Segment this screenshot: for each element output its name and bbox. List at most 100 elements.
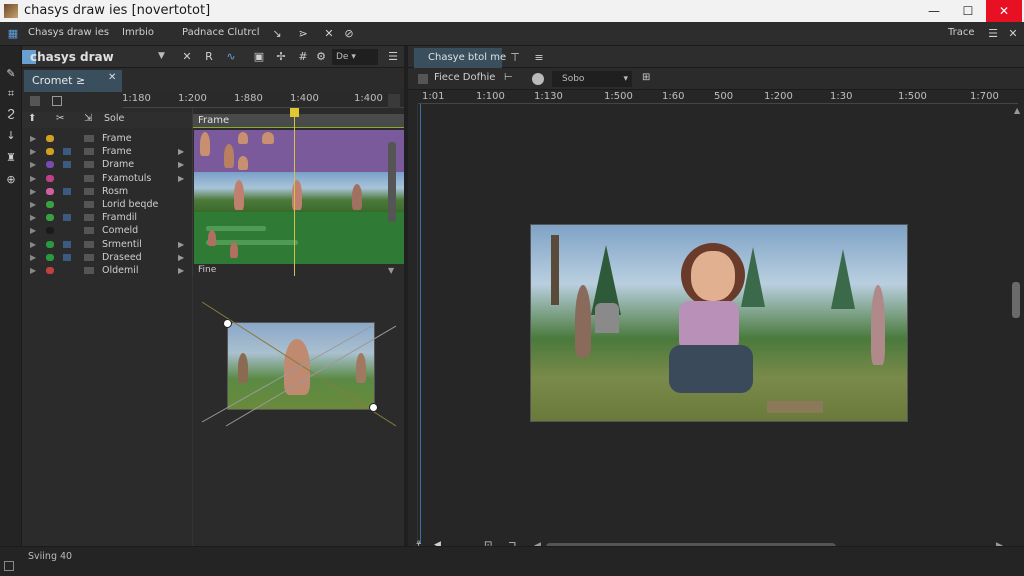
expand-icon[interactable]: ▶ bbox=[178, 264, 184, 277]
mode-select[interactable]: De ▾ bbox=[332, 49, 378, 65]
menu-item-app[interactable]: Chasys draw ies bbox=[28, 27, 109, 38]
chevron-down-icon[interactable]: ▼ bbox=[158, 51, 165, 61]
hash-icon[interactable]: # bbox=[294, 48, 312, 66]
link-icon[interactable]: ⇲ bbox=[84, 113, 92, 124]
copy-icon[interactable] bbox=[52, 96, 62, 106]
wave-icon[interactable]: ∿ bbox=[222, 48, 240, 66]
expand-arrow-icon[interactable]: ▶ bbox=[30, 198, 36, 211]
layer-label: Rosm bbox=[102, 185, 129, 197]
character-thumb bbox=[234, 180, 244, 210]
layer-row[interactable]: ▶ Draseed ▶ bbox=[22, 251, 192, 264]
maximize-button[interactable]: ☐ bbox=[950, 0, 986, 22]
layer-label: Srmentil bbox=[102, 238, 142, 250]
timeline-scrollbar[interactable] bbox=[388, 142, 396, 222]
download-tool-icon[interactable]: ↓ bbox=[3, 128, 19, 144]
layer-swatch bbox=[63, 148, 71, 156]
menu-item-image[interactable]: Imrbio bbox=[122, 27, 154, 38]
pin-layer-icon[interactable]: ⬆ bbox=[28, 113, 36, 124]
guide-line[interactable] bbox=[420, 104, 421, 544]
layer-row[interactable]: ▶ Lorid beqde bbox=[22, 198, 192, 211]
lasso-icon[interactable]: ⊘ bbox=[340, 25, 358, 43]
playhead-line[interactable] bbox=[294, 108, 295, 276]
layer-row[interactable]: ▶ Frame ▶ bbox=[22, 145, 192, 158]
zoom-icon[interactable]: ⊞ bbox=[642, 72, 650, 83]
layer-row[interactable]: ▶ Frame bbox=[22, 132, 192, 145]
animation-panel: chasys draw ▼ ✕ R ∿ ▣ ✢ # ⚙ De ▾ ☰ Crome… bbox=[22, 46, 408, 546]
ruler-tick: 500 bbox=[714, 91, 734, 102]
expand-icon[interactable]: ▶ bbox=[178, 251, 184, 264]
tab-extra-icon[interactable]: ⊤ bbox=[506, 49, 524, 67]
tab-close-icon[interactable]: ✕ bbox=[108, 72, 116, 83]
layer-row[interactable]: ▶ Comeld bbox=[22, 224, 192, 237]
brush-tool-icon[interactable]: ✎ bbox=[3, 66, 19, 82]
circle-icon[interactable] bbox=[532, 73, 544, 85]
expand-icon[interactable]: ▶ bbox=[178, 145, 184, 158]
minimize-button[interactable]: — bbox=[916, 0, 952, 22]
canvas-image[interactable] bbox=[530, 224, 908, 422]
layer-row[interactable]: ▶ Rosm bbox=[22, 185, 192, 198]
transform-handle[interactable] bbox=[223, 319, 232, 328]
list-icon[interactable]: ☰ bbox=[384, 48, 402, 66]
cut-icon[interactable]: ✕ bbox=[178, 48, 196, 66]
layer-row[interactable]: ▶ Oldemil ▶ bbox=[22, 264, 192, 277]
layer-row[interactable]: ▶ Srmentil ▶ bbox=[22, 238, 192, 251]
expand-arrow-icon[interactable]: ▶ bbox=[30, 211, 36, 224]
hamburger-icon[interactable]: ☰ bbox=[984, 25, 1002, 43]
track-purple[interactable] bbox=[194, 130, 408, 172]
expand-arrow-icon[interactable]: ▶ bbox=[30, 145, 36, 158]
tools-icon[interactable]: ✂ bbox=[56, 113, 64, 124]
expand-arrow-icon[interactable]: ▶ bbox=[30, 224, 36, 237]
layer-row[interactable]: ▶ Framdil bbox=[22, 211, 192, 224]
menu-item-advance[interactable]: Padnace Clutrcl bbox=[182, 27, 260, 38]
ruler-tick: 1:200 bbox=[178, 93, 207, 104]
scroll-down-icon[interactable]: ▼ bbox=[388, 266, 394, 275]
arrow-icon[interactable]: ↘ bbox=[268, 25, 286, 43]
canvas-panel: Chasye btol me ⊤ ≡ Fiece Dofhie ⊢ Sobo ▾… bbox=[408, 46, 1024, 551]
expand-arrow-icon[interactable]: ▶ bbox=[30, 238, 36, 251]
track-scene-thumbnails[interactable] bbox=[194, 172, 408, 212]
status-icon[interactable] bbox=[4, 561, 14, 571]
character-thumb bbox=[238, 156, 248, 170]
layer-thumb-icon bbox=[84, 187, 94, 195]
frame-icon[interactable] bbox=[418, 74, 428, 84]
expand-arrow-icon[interactable]: ▶ bbox=[30, 158, 36, 171]
cursor-icon[interactable]: ⊢ bbox=[504, 72, 513, 83]
pin-icon[interactable]: ✢ bbox=[272, 48, 290, 66]
menu-lines-icon[interactable]: ≡ bbox=[530, 49, 548, 67]
stamp-tool-icon[interactable]: ♜ bbox=[3, 150, 19, 166]
ruler-expand-icon[interactable] bbox=[388, 94, 400, 108]
transform-handle[interactable] bbox=[369, 403, 378, 412]
settings-icon[interactable]: ⚙ bbox=[312, 48, 330, 66]
split-icon[interactable]: ⋗ bbox=[294, 25, 312, 43]
stop-icon[interactable] bbox=[30, 96, 40, 106]
view-select[interactable]: Sobo ▾ bbox=[552, 71, 632, 87]
playhead-handle[interactable] bbox=[290, 108, 299, 117]
track-green[interactable] bbox=[194, 212, 408, 264]
keyframe-bar[interactable] bbox=[206, 226, 266, 231]
crop-icon[interactable]: ▣ bbox=[250, 48, 268, 66]
lasso-tool-icon[interactable]: ⌗ bbox=[3, 86, 19, 102]
globe-tool-icon[interactable]: ⊕ bbox=[3, 172, 19, 188]
layer-row[interactable]: ▶ Fxamotuls ▶ bbox=[22, 172, 192, 185]
expand-arrow-icon[interactable]: ▶ bbox=[30, 132, 36, 145]
curve-tool-icon[interactable]: Ϩ bbox=[3, 106, 19, 122]
scroll-up-icon[interactable]: ▲ bbox=[1014, 106, 1020, 115]
close-panel-icon[interactable]: ✕ bbox=[1004, 25, 1022, 43]
tab-canvas[interactable]: Chasye btol me bbox=[414, 48, 506, 68]
trace-menu[interactable]: Trace bbox=[948, 27, 975, 38]
layer-row[interactable]: ▶ Drame ▶ bbox=[22, 158, 192, 171]
close-button[interactable]: ✕ bbox=[986, 0, 1022, 22]
grid-menu-icon[interactable]: ▦ bbox=[4, 25, 22, 43]
keyframe-bar[interactable] bbox=[206, 240, 298, 245]
canvas-vscroll[interactable] bbox=[1012, 282, 1020, 318]
expand-icon[interactable]: ▶ bbox=[178, 158, 184, 171]
close-icon[interactable]: ✕ bbox=[320, 25, 338, 43]
expand-arrow-icon[interactable]: ▶ bbox=[30, 264, 36, 277]
canvas-tabbar: Chasye btol me ⊤ ≡ bbox=[408, 46, 1024, 68]
expand-arrow-icon[interactable]: ▶ bbox=[30, 185, 36, 198]
expand-arrow-icon[interactable]: ▶ bbox=[30, 172, 36, 185]
expand-icon[interactable]: ▶ bbox=[178, 238, 184, 251]
text-r-icon[interactable]: R bbox=[200, 48, 218, 66]
expand-icon[interactable]: ▶ bbox=[178, 172, 184, 185]
expand-arrow-icon[interactable]: ▶ bbox=[30, 251, 36, 264]
